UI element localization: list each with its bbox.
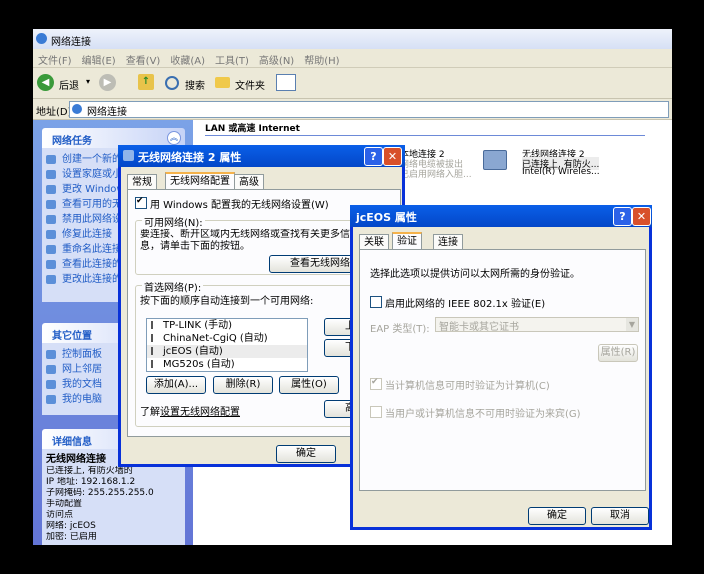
- eap-type-label: EAP 类型(T):: [370, 324, 430, 335]
- add-network-button[interactable]: 添加(A)...: [146, 376, 206, 394]
- preferred-networks-desc: 按下面的顺序自动连接到一个可用网络:: [140, 296, 314, 307]
- section-header: LAN 或高速 Internet: [205, 124, 300, 134]
- network-item-mg520s[interactable]: MG520s (自动): [147, 358, 307, 371]
- network-item-jceos[interactable]: jcEOS (自动): [147, 345, 307, 358]
- views-icon[interactable]: [276, 74, 296, 91]
- use-windows-label: 用 Windows 配置我的无线网络设置(W): [150, 200, 329, 211]
- rename-icon: [46, 245, 56, 254]
- back-dropdown-icon[interactable]: ▾: [86, 77, 90, 86]
- enable-8021x-checkbox[interactable]: [370, 296, 382, 308]
- repair-icon: [46, 230, 56, 239]
- status-icon: [46, 260, 56, 269]
- menu-tools[interactable]: 工具(T): [210, 49, 254, 67]
- toolbar: ◀ 后退 ▾ ▶ ↑ 搜索 文件夹: [33, 68, 672, 99]
- firewall-icon: [46, 185, 56, 194]
- auth-description: 选择此选项以提供访问以太网所需的身份验证。: [370, 269, 580, 280]
- explorer-title: 网络连接: [51, 37, 91, 48]
- network-signal-icon: [151, 334, 159, 342]
- folder-icon: [215, 77, 230, 88]
- my-computer-icon: [46, 395, 56, 404]
- wireless-icon: [123, 150, 134, 161]
- explorer-titlebar: 网络连接: [33, 29, 672, 49]
- ok-button[interactable]: 确定: [528, 507, 586, 525]
- my-documents-icon: [46, 380, 56, 389]
- menu-file[interactable]: 文件(F): [33, 49, 77, 67]
- menu-help[interactable]: 帮助(H): [299, 49, 344, 67]
- jceos-properties-dialog: jcEOS 属性 ? ✕ 关联 验证 连接 选择此选项以提供访问以太网所需的身份…: [350, 205, 652, 530]
- details-line: 子网掩码: 255.255.255.0: [46, 488, 154, 498]
- details-line: 网络: jcEOS: [46, 521, 96, 531]
- tab-association[interactable]: 关联: [359, 234, 389, 250]
- network-places-icon: [46, 365, 56, 374]
- search-icon: [165, 76, 179, 90]
- preferred-networks-list: TP-LINK (手动) ChinaNet-CgiQ (自动) jcEOS (自…: [146, 318, 308, 372]
- dialog-titlebar: jcEOS 属性 ? ✕: [350, 205, 652, 227]
- network-properties-button[interactable]: 属性(O): [279, 376, 339, 394]
- network-connections-icon: [36, 33, 47, 44]
- learn-wireless-config-link[interactable]: 设置无线网络配置: [160, 403, 240, 418]
- network-signal-icon: [151, 360, 159, 368]
- up-folder-icon[interactable]: ↑: [138, 74, 154, 90]
- menu-favorites[interactable]: 收藏(A): [165, 49, 210, 67]
- help-icon[interactable]: ?: [613, 207, 632, 226]
- tab-strip: 常规 无线网络配置 高级: [127, 172, 397, 192]
- help-icon[interactable]: ?: [364, 147, 383, 166]
- wireless-connection-item[interactable]: 无线网络连接 2 已连接上, 有防火... Intel(R) Wireles..…: [483, 144, 613, 180]
- details-line: IP 地址: 192.168.1.2: [46, 477, 136, 487]
- details-line: 手动配置: [46, 499, 83, 509]
- section-divider: [205, 135, 645, 136]
- dialog-titlebar: 无线网络连接 2 属性 ? ✕: [118, 145, 405, 167]
- tab-strip: 关联 验证 连接: [359, 232, 639, 252]
- close-icon[interactable]: ✕: [383, 147, 402, 166]
- control-panel-icon: [46, 350, 56, 359]
- tab-page: 选择此选项以提供访问以太网所需的身份验证。 启用此网络的 IEEE 802.1x…: [359, 249, 646, 491]
- guest-auth-label: 当用户或计算机信息不可用时验证为来宾(G): [385, 409, 581, 420]
- remove-network-button[interactable]: 删除(R): [213, 376, 273, 394]
- network-item-tp-link[interactable]: TP-LINK (手动): [147, 319, 307, 332]
- wireless-computer-icon: [483, 150, 507, 170]
- address-label: 地址(D): [36, 107, 72, 118]
- chevron-down-icon: ▼: [626, 318, 638, 331]
- menu-view[interactable]: 查看(V): [121, 49, 166, 67]
- wireless-icon: [46, 200, 56, 209]
- home-network-icon: [46, 170, 56, 179]
- computer-auth-label: 当计算机信息可用时验证为计算机(C): [385, 381, 550, 392]
- collapse-icon[interactable]: ︽: [167, 131, 181, 145]
- guest-auth-checkbox[interactable]: [370, 406, 382, 418]
- address-input[interactable]: 网络连接: [69, 101, 669, 118]
- learn-prefix: 了解: [140, 407, 160, 418]
- back-arrow-icon: ◀: [37, 74, 54, 91]
- disable-icon: [46, 215, 56, 224]
- use-windows-checkbox[interactable]: ✔: [135, 196, 147, 209]
- available-networks-desc: 要连接、断开区域内无线网络或查找有关更多信息，请单击下面的按钮。: [140, 229, 350, 252]
- tab-general[interactable]: 常规: [127, 174, 157, 190]
- tab-connection[interactable]: 连接: [433, 234, 463, 250]
- enable-8021x-label: 启用此网络的 IEEE 802.1x 验证(E): [385, 299, 546, 310]
- new-connection-icon: [46, 155, 56, 164]
- eap-type-select[interactable]: 智能卡或其它证书 ▼: [435, 317, 639, 333]
- close-icon[interactable]: ✕: [632, 207, 651, 226]
- network-connections-icon: [72, 104, 82, 114]
- forward-arrow-icon[interactable]: ▶: [99, 74, 116, 91]
- computer-auth-checkbox[interactable]: ✔: [370, 377, 382, 390]
- ok-button[interactable]: 确定: [276, 445, 336, 463]
- network-signal-icon: [151, 321, 159, 329]
- address-bar: 地址(D) 网络连接: [33, 99, 672, 120]
- details-line: 访问点: [46, 510, 74, 520]
- menu-bar: 文件(F) 编辑(E) 查看(V) 收藏(A) 工具(T) 高级(N) 帮助(H): [33, 49, 672, 68]
- settings-icon: [46, 275, 56, 284]
- menu-edit[interactable]: 编辑(E): [77, 49, 121, 67]
- network-item-chinanet[interactable]: ChinaNet-CgiQ (自动): [147, 332, 307, 345]
- cancel-button[interactable]: 取消: [591, 507, 649, 525]
- details-line: 加密: 已启用: [46, 532, 97, 542]
- details-line: 已连接上, 有防火墙的: [46, 466, 133, 476]
- eap-properties-button[interactable]: 属性(R): [598, 344, 638, 362]
- menu-advanced[interactable]: 高级(N): [254, 49, 299, 67]
- tab-advanced[interactable]: 高级: [234, 174, 264, 190]
- network-signal-icon: [151, 347, 159, 355]
